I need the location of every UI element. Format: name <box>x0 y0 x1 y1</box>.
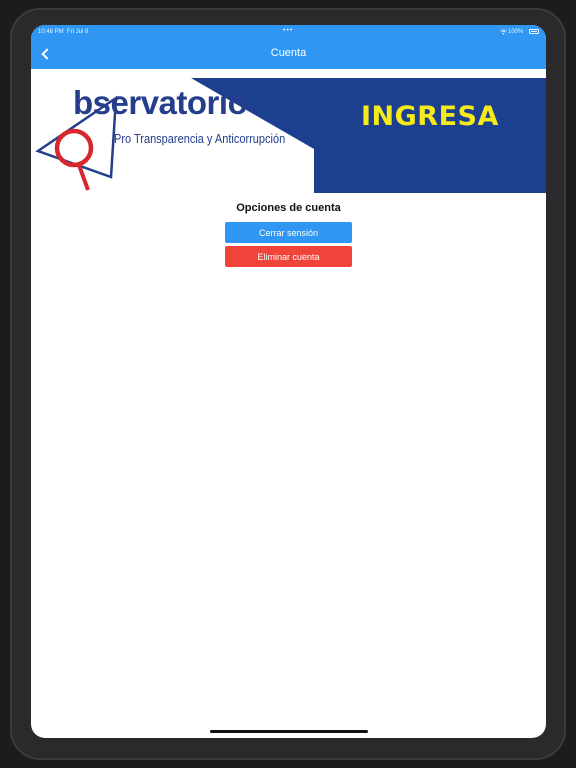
banner-image[interactable]: INGRESA bservatorio Pro Transparencia y … <box>31 71 546 193</box>
banner-cta-text: INGRESA <box>361 101 499 132</box>
top-bar: 10:48 PM Fri Jul 8 ••• 100% Cuenta <box>31 25 546 69</box>
page-title: Cuenta <box>270 47 307 59</box>
multitasking-dots: ••• <box>283 27 294 34</box>
account-options-title: Opciones de cuenta <box>236 202 341 214</box>
delete-account-button[interactable]: Eliminar cuenta <box>225 246 352 267</box>
wifi-icon <box>500 29 507 37</box>
logout-button[interactable]: Cerrar sensión <box>225 222 352 243</box>
logo-wordmark: bservatorio <box>73 84 248 121</box>
status-time: 10:48 PM Fri Jul 8 <box>38 29 89 35</box>
tablet-frame: 10:48 PM Fri Jul 8 ••• 100% Cuenta INGRE… <box>0 0 576 768</box>
app-screen: 10:48 PM Fri Jul 8 ••• 100% Cuenta INGRE… <box>31 25 546 738</box>
battery-icon <box>529 29 539 34</box>
battery-percent: 100% <box>508 29 524 35</box>
status-bar: 10:48 PM Fri Jul 8 ••• 100% <box>31 25 546 39</box>
home-indicator[interactable] <box>210 730 368 733</box>
logo-tagline: Pro Transparencia y Anticorrupción <box>114 132 286 146</box>
navigation-bar: Cuenta <box>31 39 546 69</box>
